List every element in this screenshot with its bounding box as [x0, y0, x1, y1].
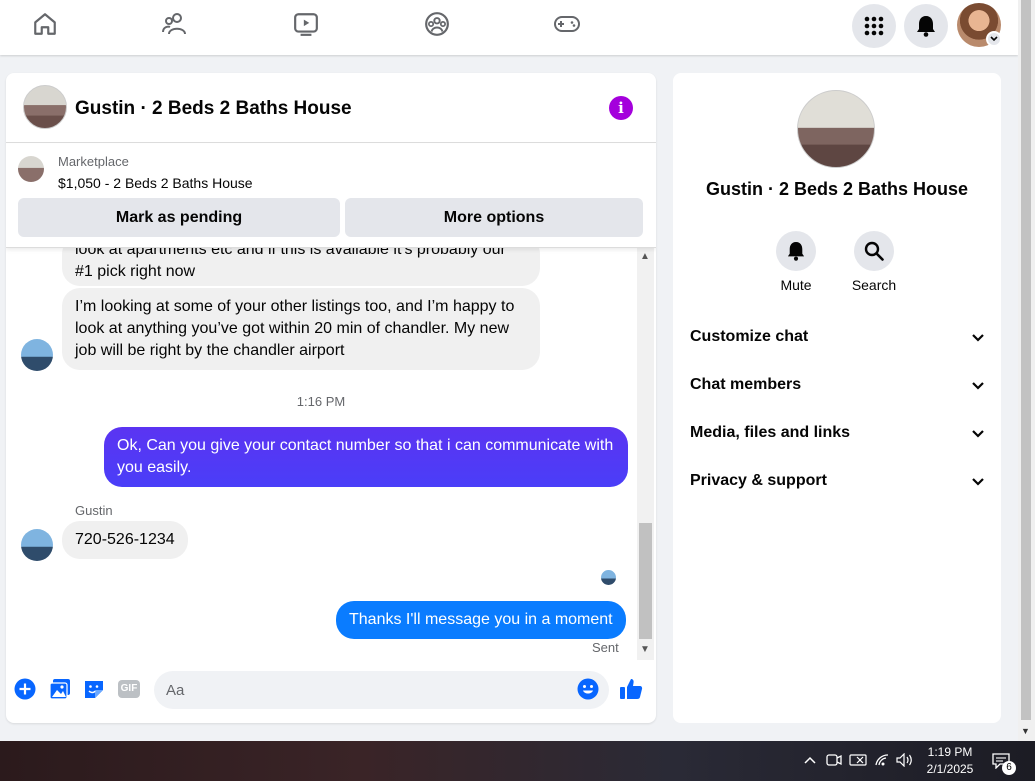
groups-icon[interactable]: [417, 8, 457, 40]
listing-photo[interactable]: [797, 90, 875, 168]
section-label: Media, files and links: [690, 424, 851, 441]
listing-thumbnail[interactable]: [23, 85, 67, 129]
section-privacy-support[interactable]: Privacy & support: [690, 461, 985, 501]
marketplace-banner: Marketplace $1,050 - 2 Beds 2 Baths Hous…: [6, 144, 656, 248]
system-clock[interactable]: 1:19 PM 2/1/2025: [921, 744, 979, 778]
chevron-down-icon: [972, 429, 984, 438]
message-timestamp: 1:16 PM: [296, 394, 346, 409]
conversation-title: Gustin · 2 Beds 2 Baths House: [705, 179, 969, 199]
gif-label: GIF: [118, 680, 140, 698]
section-media-files-links[interactable]: Media, files and links: [690, 413, 985, 453]
chevron-down-icon[interactable]: [986, 31, 1002, 47]
marketplace-thumbnail[interactable]: [18, 156, 44, 182]
sender-avatar[interactable]: [21, 339, 53, 371]
wifi-icon[interactable]: [873, 751, 891, 769]
search-action[interactable]: Search: [844, 231, 904, 293]
info-icon[interactable]: i: [609, 96, 633, 120]
clock-date: 2/1/2025: [926, 762, 974, 776]
message-text: look at apartments etc and if this is av…: [75, 248, 506, 258]
os-taskbar: 1:19 PM 2/1/2025 6: [0, 741, 1035, 781]
section-chat-members[interactable]: Chat members: [690, 365, 985, 405]
top-navigation: [0, 0, 1018, 55]
photo-icon[interactable]: [48, 677, 72, 701]
chat-panel: Gustin · 2 Beds 2 Baths House i Marketpl…: [6, 73, 656, 723]
mute-action[interactable]: Mute: [766, 231, 826, 293]
message-outgoing[interactable]: Ok, Can you give your contact number so …: [104, 427, 628, 487]
message-text: I’m looking at some of your other listin…: [75, 298, 515, 359]
conversation-info-panel: Gustin · 2 Beds 2 Baths House Mute Searc…: [673, 73, 1001, 723]
friends-icon[interactable]: [156, 8, 196, 40]
bell-icon[interactable]: [776, 231, 816, 271]
emoji-icon[interactable]: [576, 677, 600, 701]
chevron-down-icon: [972, 333, 984, 342]
message-input[interactable]: [154, 671, 609, 709]
read-receipt-avatar: [601, 570, 616, 585]
section-label: Customize chat: [690, 328, 809, 345]
keyboard-language-icon[interactable]: [849, 751, 867, 769]
chevron-up-icon[interactable]: [801, 751, 819, 769]
meet-now-icon[interactable]: [825, 751, 843, 769]
home-icon[interactable]: [25, 8, 65, 40]
chat-title[interactable]: Gustin · 2 Beds 2 Baths House: [75, 98, 352, 120]
chat-header: Gustin · 2 Beds 2 Baths House i: [6, 73, 656, 143]
gaming-icon[interactable]: [547, 8, 587, 40]
message-incoming[interactable]: look at apartments etc and if this is av…: [62, 248, 540, 286]
search-icon[interactable]: [854, 231, 894, 271]
message-text: 720-526-1234: [75, 531, 175, 548]
scroll-down-arrow-icon[interactable]: ▼: [640, 644, 650, 655]
message-text: Ok, Can you give your contact number so …: [117, 437, 614, 476]
gif-icon[interactable]: GIF: [116, 677, 142, 701]
message-list: look at apartments etc and if this is av…: [6, 248, 656, 662]
message-text: #1 pick right now: [75, 263, 196, 280]
message-composer: GIF: [6, 663, 656, 723]
listing-price[interactable]: $1,050 - 2 Beds 2 Baths House: [58, 175, 253, 191]
notifications-icon[interactable]: [904, 4, 948, 48]
like-icon[interactable]: [619, 677, 643, 701]
sender-name: Gustin: [75, 503, 113, 518]
chevron-down-icon: [972, 477, 984, 486]
search-label: Search: [851, 277, 897, 293]
chevron-down-icon: [972, 381, 984, 390]
notification-count-badge: 6: [1002, 761, 1016, 775]
chat-scrollbar-thumb[interactable]: [639, 523, 652, 639]
sender-avatar[interactable]: [21, 529, 53, 561]
message-incoming[interactable]: 720-526-1234: [62, 521, 188, 559]
mark-as-pending-button[interactable]: Mark as pending: [18, 198, 340, 237]
message-text: Thanks I'll message you in a moment: [349, 611, 613, 628]
message-incoming[interactable]: I’m looking at some of your other listin…: [62, 288, 540, 370]
section-label: Chat members: [690, 376, 802, 393]
scroll-up-arrow-icon[interactable]: ▲: [640, 251, 650, 262]
clock-time: 1:19 PM: [927, 745, 973, 759]
more-options-button[interactable]: More options: [345, 198, 643, 237]
marketplace-label: Marketplace: [58, 154, 129, 169]
scroll-down-arrow-icon[interactable]: ▼: [1021, 726, 1030, 736]
volume-icon[interactable]: [896, 751, 914, 769]
message-status: Sent: [592, 640, 619, 655]
sticker-icon[interactable]: [82, 677, 106, 701]
add-icon[interactable]: [13, 677, 37, 701]
menu-grid-icon[interactable]: [852, 4, 896, 48]
message-outgoing[interactable]: Thanks I'll message you in a moment: [336, 601, 626, 639]
section-customize-chat[interactable]: Customize chat: [690, 317, 985, 357]
mute-label: Mute: [780, 277, 812, 293]
window-scrollbar-thumb[interactable]: [1021, 0, 1031, 720]
watch-icon[interactable]: [286, 8, 326, 40]
section-label: Privacy & support: [690, 472, 827, 489]
